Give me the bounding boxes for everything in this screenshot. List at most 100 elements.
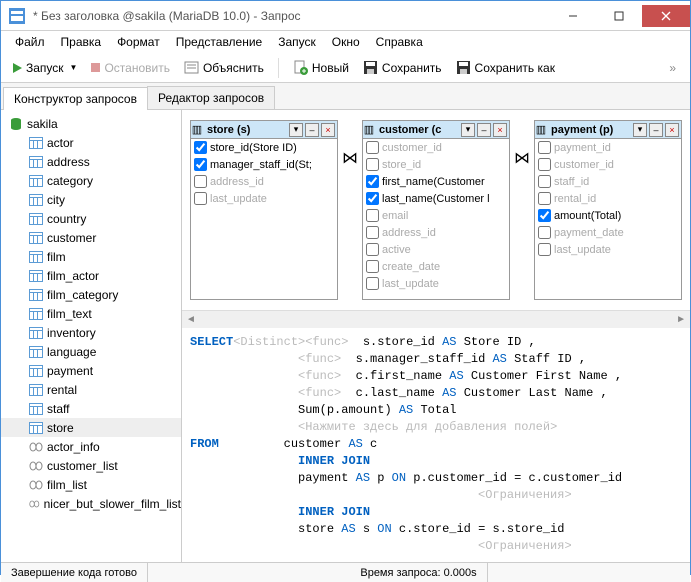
column-item[interactable]: store_id: [363, 156, 509, 173]
column-checkbox[interactable]: [538, 158, 551, 171]
table-address[interactable]: address: [1, 152, 181, 171]
tab-editor[interactable]: Редактор запросов: [147, 86, 275, 109]
tab-builder[interactable]: Конструктор запросов: [3, 87, 148, 110]
column-checkbox[interactable]: [366, 192, 379, 205]
table-icon: [29, 403, 43, 415]
column-item[interactable]: manager_staff_id(St;: [191, 156, 337, 173]
box-close[interactable]: ×: [493, 123, 507, 137]
column-item[interactable]: last_update: [363, 275, 509, 292]
column-item[interactable]: payment_date: [535, 224, 681, 241]
box-close[interactable]: ×: [665, 123, 679, 137]
column-checkbox[interactable]: [538, 243, 551, 256]
column-checkbox[interactable]: [366, 243, 379, 256]
column-item[interactable]: last_name(Customer l: [363, 190, 509, 207]
table-film_category[interactable]: film_category: [1, 285, 181, 304]
column-checkbox[interactable]: [194, 158, 207, 171]
table-actor[interactable]: actor: [1, 133, 181, 152]
column-item[interactable]: rental_id: [535, 190, 681, 207]
column-checkbox[interactable]: [366, 277, 379, 290]
column-item[interactable]: customer_id: [535, 156, 681, 173]
column-item[interactable]: address_id: [191, 173, 337, 190]
column-checkbox[interactable]: [194, 175, 207, 188]
table-payment[interactable]: payment: [1, 361, 181, 380]
table-city[interactable]: city: [1, 190, 181, 209]
column-checkbox[interactable]: [366, 226, 379, 239]
table-country[interactable]: country: [1, 209, 181, 228]
toolbar-overflow[interactable]: »: [663, 61, 682, 75]
column-item[interactable]: address_id: [363, 224, 509, 241]
column-checkbox[interactable]: [538, 141, 551, 154]
column-item[interactable]: last_update: [191, 190, 337, 207]
column-checkbox[interactable]: [366, 209, 379, 222]
close-button[interactable]: [642, 5, 690, 27]
column-checkbox[interactable]: [194, 141, 207, 154]
table-rental[interactable]: rental: [1, 380, 181, 399]
column-item[interactable]: create_date: [363, 258, 509, 275]
status-left: Завершение кода готово: [1, 563, 148, 582]
menu-run[interactable]: Запуск: [272, 33, 322, 51]
menu-view[interactable]: Представление: [170, 33, 269, 51]
sql-preview[interactable]: SELECT<Distinct><func> s.store_id AS Sto…: [182, 328, 690, 562]
table-film_actor[interactable]: film_actor: [1, 266, 181, 285]
column-item[interactable]: store_id(Store ID): [191, 139, 337, 156]
column-checkbox[interactable]: [194, 192, 207, 205]
explain-button[interactable]: Объяснить: [180, 58, 268, 77]
column-item[interactable]: active: [363, 241, 509, 258]
menu-edit[interactable]: Правка: [55, 33, 108, 51]
menu-help[interactable]: Справка: [370, 33, 429, 51]
column-checkbox[interactable]: [538, 226, 551, 239]
table-film[interactable]: film: [1, 247, 181, 266]
column-item[interactable]: amount(Total): [535, 207, 681, 224]
column-checkbox[interactable]: [366, 260, 379, 273]
schema-tree[interactable]: sakila actoraddresscategorycitycountrycu…: [1, 110, 182, 562]
box-min[interactable]: –: [305, 123, 319, 137]
box-close[interactable]: ×: [321, 123, 335, 137]
column-checkbox[interactable]: [366, 141, 379, 154]
column-item[interactable]: first_name(Customer: [363, 173, 509, 190]
table-box[interactable]: ▥payment (p)▾–×payment_idcustomer_idstaf…: [534, 120, 682, 300]
view-film_list[interactable]: film_list: [1, 475, 181, 494]
minimize-button[interactable]: [550, 5, 596, 27]
new-button[interactable]: Новый: [289, 58, 353, 77]
db-node[interactable]: sakila: [1, 114, 181, 133]
column-item[interactable]: last_update: [535, 241, 681, 258]
table-inventory[interactable]: inventory: [1, 323, 181, 342]
table-store[interactable]: store: [1, 418, 181, 437]
table-staff[interactable]: staff: [1, 399, 181, 418]
table-box[interactable]: ▥store (s)▾–×store_id(Store ID)manager_s…: [190, 120, 338, 300]
table-icon: [29, 289, 43, 301]
column-item[interactable]: customer_id: [363, 139, 509, 156]
saveas-button[interactable]: Сохранить как: [452, 58, 559, 77]
box-min[interactable]: –: [477, 123, 491, 137]
view-actor_info[interactable]: actor_info: [1, 437, 181, 456]
save-button[interactable]: Сохранить: [359, 58, 446, 77]
box-min[interactable]: –: [649, 123, 663, 137]
column-checkbox[interactable]: [366, 175, 379, 188]
table-category[interactable]: category: [1, 171, 181, 190]
menu-format[interactable]: Формат: [111, 33, 166, 51]
table-box[interactable]: ▥customer (c▾–×customer_idstore_idfirst_…: [362, 120, 510, 300]
column-checkbox[interactable]: [538, 209, 551, 222]
menu-file[interactable]: Файл: [9, 33, 51, 51]
column-checkbox[interactable]: [538, 192, 551, 205]
view-customer_list[interactable]: customer_list: [1, 456, 181, 475]
column-checkbox[interactable]: [538, 175, 551, 188]
table-customer[interactable]: customer: [1, 228, 181, 247]
column-checkbox[interactable]: [366, 158, 379, 171]
box-menu[interactable]: ▾: [289, 123, 303, 137]
table-film_text[interactable]: film_text: [1, 304, 181, 323]
box-menu[interactable]: ▾: [461, 123, 475, 137]
box-menu[interactable]: ▾: [633, 123, 647, 137]
run-button[interactable]: Запуск▼: [9, 59, 81, 77]
column-item[interactable]: payment_id: [535, 139, 681, 156]
column-item[interactable]: email: [363, 207, 509, 224]
maximize-button[interactable]: [596, 5, 642, 27]
table-icon: [29, 308, 43, 320]
column-item[interactable]: staff_id: [535, 173, 681, 190]
database-icon: [9, 117, 23, 131]
query-diagram[interactable]: ▥store (s)▾–×store_id(Store ID)manager_s…: [182, 110, 690, 310]
diagram-scrollbar[interactable]: ◄►: [182, 310, 690, 328]
view-nicer_but_slower_film_list[interactable]: nicer_but_slower_film_list: [1, 494, 181, 513]
menu-window[interactable]: Окно: [326, 33, 366, 51]
table-language[interactable]: language: [1, 342, 181, 361]
